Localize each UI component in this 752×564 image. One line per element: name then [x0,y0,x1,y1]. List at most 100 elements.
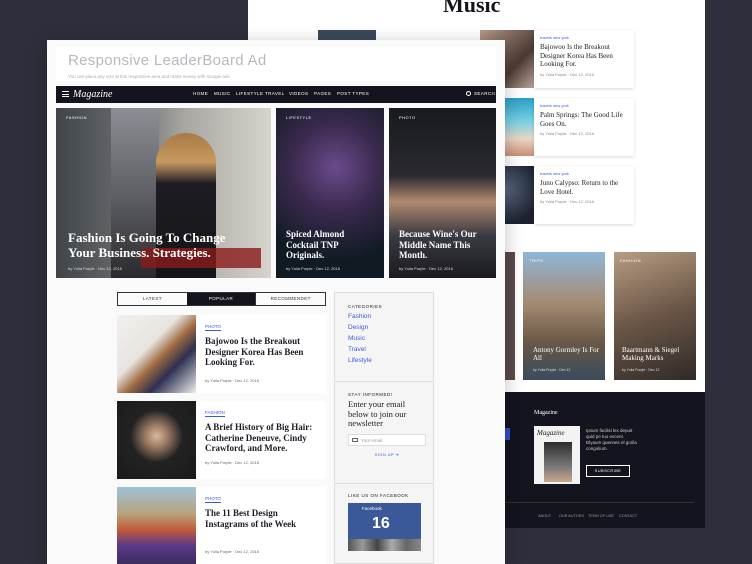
category-link[interactable]: Travel [348,346,420,353]
tab-latest[interactable]: LATEST [118,293,187,305]
envelope-icon [352,437,358,442]
front-page-preview: Responsive LeaderBoard Ad You can place … [47,40,505,564]
facebook-avatars [348,539,421,551]
nav-item-travel[interactable]: TRAVEL [265,91,285,96]
article-title[interactable]: Bajowoo Is the Breakout Designer Korea H… [205,336,321,368]
column-label: FASHION [620,258,642,263]
hero-meta: by Yulia Purple · Dec 12, 2016 [68,266,122,271]
footer-link[interactable]: ABOUT [538,514,551,518]
newsletter-text: Enter your email below to join our newsl… [348,399,407,428]
article-meta: by Yulia Purple · Dec 12, 2016 [540,199,594,204]
section-heading: Music [443,0,501,17]
footer-link[interactable]: TERM OF USE [588,514,614,518]
email-placeholder: Your email [361,437,383,443]
article-title[interactable]: Juno Calypso: Return to the Love Hotel. [540,179,628,196]
category-link[interactable]: Music [348,335,420,342]
footer-link[interactable]: CONTACT [619,514,637,518]
column-teaser[interactable]: TRIPS Antony Gormley Is For All by Yulia… [523,252,605,380]
column-teaser[interactable] [505,252,515,380]
article-meta: by Yulia Purple · Dec 12, 2016 [205,460,259,465]
facebook-widget[interactable]: Facebook 16 [348,503,421,551]
article-image [117,487,196,564]
main-navbar: Magazine HOME MUSIC LIFESTYLE TRAVEL VID… [56,86,496,103]
column-label: TRIPS [529,258,544,263]
subscribe-button[interactable]: SUBSCRIBE [586,465,630,477]
article-meta: by Yulia Purple · Dec 12, 2016 [540,131,594,136]
article-tag[interactable]: travels new york [540,103,628,108]
hero-label: FASHION [66,115,88,120]
article-image [117,401,196,479]
footer-divider [504,502,694,503]
hero-title[interactable]: Because Wine's Our Middle Name This Mont… [399,229,491,261]
article-title[interactable]: Bajowoo Is the Breakout Designer Korea H… [540,43,628,69]
hero-meta: by Yulia Purple · Dec 12, 2016 [286,266,340,271]
article-tag[interactable]: PHOTO [205,324,221,331]
hero-meta: by Yulia Purple · Dec 12, 2016 [399,266,453,271]
article-card[interactable]: travels new york Juno Calypso: Return to… [534,166,634,224]
article-image [117,315,196,393]
hero-tile-lifestyle[interactable]: LIFESTYLE Spiced Almond Cocktail TNP Ori… [276,108,384,278]
article-tag[interactable]: FASHION [205,410,225,417]
hero-title[interactable]: Spiced Almond Cocktail TNP Originals. [286,229,378,261]
column-title[interactable]: Antony Gormley Is For All [533,346,603,362]
categories-heading: CATEGORIES [348,304,383,309]
category-link[interactable]: Fashion [348,313,420,320]
hero-tile-photo[interactable]: PHOTO Because Wine's Our Middle Name Thi… [389,108,496,278]
tab-recommended[interactable]: RECOMMENDET [255,293,325,305]
column-meta: by Yulia Purple · Dec 12 [533,368,571,372]
article-tag[interactable]: travels new york [540,35,628,40]
nav-item-lifestyle[interactable]: LIFESTYLE [236,91,263,96]
facebook-page-name[interactable]: Facebook [362,506,382,511]
article-card[interactable]: FASHION A Brief History of Big Hair: Cat… [117,401,326,479]
search-icon[interactable] [466,91,471,96]
nav-item-home[interactable]: HOME [193,91,208,96]
site-logo[interactable]: Magazine [73,89,112,100]
leaderboard-ad[interactable]: Responsive LeaderBoard Ad You can place … [56,47,496,81]
hero-label: LIFESTYLE [286,115,312,120]
search-link[interactable]: SEARCH [474,91,495,96]
footer-link[interactable]: OUR AUTORS [559,514,584,518]
tab-popular[interactable]: POPULAR [186,293,256,305]
hamburger-icon[interactable] [62,91,69,97]
post-tabs: LATEST POPULAR RECOMMENDET [117,292,326,306]
hero-label: PHOTO [399,115,416,120]
footer-heading: Magazine [534,410,558,416]
article-title[interactable]: Palm Springs: The Good Life Goes On. [540,111,628,128]
column-teaser[interactable]: FASHION Baartmann & Siegel Making Marks … [614,252,696,380]
article-meta: by Yulia Purple · Dec 12, 2016 [205,378,259,383]
article-title[interactable]: The 11 Best Design Instagrams of the Wee… [205,508,321,529]
nav-item-music[interactable]: MUSIC [214,91,231,96]
column-title[interactable]: Baartmann & Siegel Making Marks [622,346,692,362]
article-title[interactable]: A Brief History of Big Hair: Catherine D… [205,422,321,454]
cover-image [544,442,572,482]
nav-item-videos[interactable]: VIDEOS [289,91,308,96]
email-field[interactable]: Your email [348,433,426,446]
category-link[interactable]: Design [348,324,420,331]
hero-tile-main[interactable]: FASHION Fashion Is Going To Change Your … [56,108,271,278]
newsletter-heading: STAY INFORMED! [348,392,393,397]
sidebar: CATEGORIES Fashion Design Music Travel L… [334,292,434,564]
article-card[interactable]: travels new york Bajowoo Is the Breakout… [534,30,634,88]
nav-item-pages[interactable]: PAGES [314,91,331,96]
article-card[interactable]: PHOTO The 11 Best Design Instagrams of t… [117,487,326,564]
article-meta: by Yulia Purple · Dec 12, 2016 [205,549,259,554]
article-tag[interactable]: travels new york [540,171,628,176]
ad-title: Responsive LeaderBoard Ad [68,52,267,69]
nav-item-post-types[interactable]: POST TYPES [337,91,369,96]
article-card[interactable]: PHOTO Bajowoo Is the Breakout Designer K… [117,315,326,393]
category-link[interactable]: Lifestyle [348,357,420,364]
hero-title[interactable]: Fashion Is Going To Change Your Business… [68,230,253,260]
footer-logo: Magazine [537,429,565,437]
signup-button[interactable]: SIGN UP ➔ [348,452,426,457]
column-meta: by Yulia Purple · Dec 12 [622,368,660,372]
facebook-heading: LIKE US ON FACEBOOK [348,493,409,498]
article-card[interactable]: travels new york Palm Springs: The Good … [534,98,634,156]
sidebar-divider [335,483,433,484]
facebook-like-count: 16 [372,515,390,532]
sidebar-divider [335,381,433,382]
footer-magazine-cover: Magazine [534,426,580,484]
thumb-image [318,30,376,40]
footer-text: Ipsum facilisi lex depuit quid pe tuo ex… [586,428,637,451]
article-meta: by Yulia Purple · Dec 12, 2016 [540,71,594,77]
article-tag[interactable]: PHOTO [205,496,221,503]
